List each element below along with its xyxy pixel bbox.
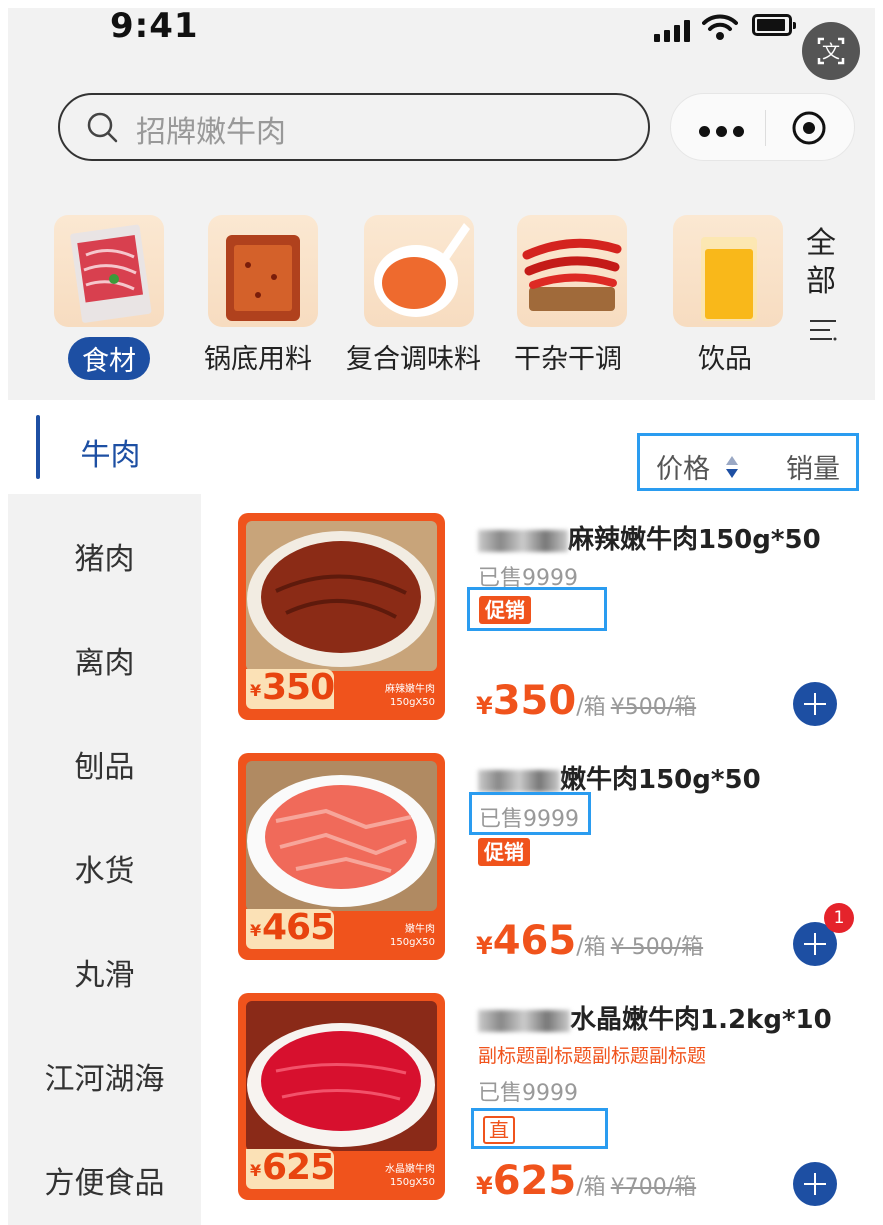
- sidebar-item-convenience[interactable]: 方便食品: [8, 1158, 201, 1202]
- wifi-icon: [702, 14, 738, 40]
- category-label-hotpot-base[interactable]: 锅底用料: [204, 337, 312, 376]
- product-image[interactable]: ¥350 麻辣嫩牛肉 150gX50: [238, 513, 445, 720]
- translate-icon: 文: [817, 37, 845, 65]
- sort-sales-button[interactable]: 销量: [786, 447, 840, 486]
- signal-icon: [654, 20, 698, 42]
- category-label-compound-seasoning[interactable]: 复合调味料: [346, 337, 481, 376]
- product-price: ¥465/箱 ¥ 500/箱: [476, 918, 704, 964]
- sidebar-item-li-rou[interactable]: 离肉: [8, 638, 201, 682]
- product-image-name: 嫩牛肉 150gX50: [389, 924, 435, 948]
- more-icon[interactable]: [699, 122, 750, 141]
- category-compound-seasoning-image[interactable]: [364, 215, 474, 327]
- original-price: ¥700/箱: [610, 1175, 697, 1200]
- product-image-name: 水晶嫩牛肉 150gX50: [385, 1164, 435, 1188]
- close-target-icon[interactable]: [791, 110, 827, 146]
- original-price: ¥ 500/箱: [610, 935, 704, 960]
- original-price: ¥500/箱: [610, 695, 697, 720]
- product-image[interactable]: ¥625 水晶嫩牛肉 150gX50: [238, 993, 445, 1200]
- category-label-drinks[interactable]: 饮品: [698, 337, 752, 376]
- sidebar-item-pork[interactable]: 猪肉: [8, 534, 201, 578]
- product-photo: [246, 521, 437, 671]
- sidebar-item-beef[interactable]: 牛肉: [14, 430, 207, 474]
- product-image-price-badge: ¥350: [246, 667, 335, 709]
- blurred-brand: [478, 529, 568, 552]
- sidebar-item-river-sea[interactable]: 江河湖海: [8, 1054, 201, 1098]
- product-title[interactable]: 麻辣嫩牛肉150g*50: [478, 519, 821, 556]
- battery-icon: [752, 14, 796, 36]
- product-image[interactable]: ¥465 嫩牛肉 150gX50: [238, 753, 445, 960]
- search-input[interactable]: 招牌嫩牛肉: [58, 93, 650, 161]
- product-sold-box: 已售9999: [469, 792, 591, 835]
- product-title[interactable]: 水晶嫩牛肉1.2kg*10: [478, 999, 832, 1036]
- category-ingredients-image[interactable]: [54, 215, 164, 327]
- translate-button[interactable]: 文: [802, 22, 860, 80]
- product-sold-count: 已售9999: [479, 807, 579, 832]
- sidebar-item-bao-pin[interactable]: 刨品: [8, 742, 201, 786]
- search-placeholder: 招牌嫩牛肉: [136, 115, 286, 150]
- promo-tag: 促销: [478, 838, 530, 866]
- sidebar-item-seafood[interactable]: 水货: [8, 846, 201, 890]
- mini-program-capsule: [670, 93, 855, 161]
- all-categories-button[interactable]: 全部: [806, 225, 846, 301]
- category-drinks-image[interactable]: [673, 215, 783, 327]
- sidebar-item-balls[interactable]: 丸滑: [8, 950, 201, 994]
- sort-arrows-icon[interactable]: [724, 454, 740, 480]
- product-photo: [246, 761, 437, 911]
- blurred-brand: [478, 1009, 570, 1032]
- direct-tag: 直: [483, 1116, 515, 1144]
- product-photo: [246, 1001, 437, 1151]
- translate-glyph: 文: [822, 42, 840, 63]
- product-title[interactable]: 嫩牛肉150g*50: [478, 759, 761, 796]
- category-dried-goods-image[interactable]: [517, 215, 627, 327]
- product-tag-box: 直: [471, 1108, 608, 1149]
- add-to-cart-button[interactable]: [793, 682, 837, 726]
- category-label-dried-goods[interactable]: 干杂干调: [514, 337, 622, 376]
- add-to-cart-button[interactable]: [793, 1162, 837, 1206]
- menu-lines-icon[interactable]: [808, 318, 838, 342]
- category-label-ingredients[interactable]: 食材: [68, 337, 150, 380]
- category-hotpot-base-image[interactable]: [208, 215, 318, 327]
- blurred-brand: [478, 769, 560, 792]
- sort-bar: 价格 销量: [637, 433, 859, 491]
- product-image-price-badge: ¥625: [246, 1147, 335, 1189]
- product-subtitle: 副标题副标题副标题副标题: [478, 1045, 707, 1067]
- promo-tag: 促销: [479, 596, 531, 624]
- product-price: ¥350/箱 ¥500/箱: [476, 678, 697, 724]
- capsule-divider: [765, 110, 766, 146]
- product-tag-box: 促销: [467, 587, 607, 631]
- product-sold-count: 已售9999: [478, 1081, 578, 1106]
- status-time: 9:41: [110, 6, 199, 46]
- sort-price-button[interactable]: 价格: [656, 447, 710, 486]
- cart-count-badge: 1: [824, 903, 854, 933]
- search-icon: [87, 112, 118, 143]
- product-image-price-badge: ¥465: [246, 907, 335, 949]
- product-image-name: 麻辣嫩牛肉 150gX50: [385, 684, 435, 708]
- product-price: ¥625/箱 ¥700/箱: [476, 1158, 697, 1204]
